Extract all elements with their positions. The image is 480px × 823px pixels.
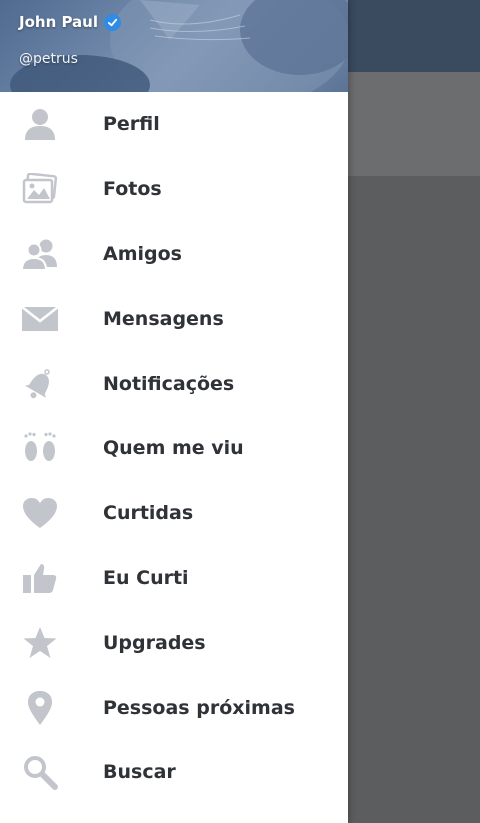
- menu-item-upgrades[interactable]: Upgrades: [0, 610, 348, 675]
- user-name: John Paul: [19, 13, 121, 31]
- menu-item-fotos[interactable]: Fotos: [0, 157, 348, 222]
- bell-icon: [20, 364, 60, 404]
- menu-item-quem-me-viu[interactable]: Quem me viu: [0, 416, 348, 481]
- heart-icon: [20, 493, 60, 533]
- user-name-text: John Paul: [19, 13, 98, 31]
- navigation-drawer: John Paul @petrus Perfil Fotos Amigos Me…: [0, 0, 348, 823]
- menu-label-fotos: Fotos: [103, 178, 162, 201]
- menu-label-pessoas-proximas: Pessoas próximas: [103, 696, 295, 719]
- envelope-icon: [20, 299, 60, 339]
- menu-item-pessoas-proximas[interactable]: Pessoas próximas: [0, 675, 348, 740]
- verified-badge-icon: [104, 13, 121, 31]
- menu-item-eu-curti[interactable]: Eu Curti: [0, 546, 348, 611]
- menu-label-notificacoes: Notificações: [103, 372, 235, 395]
- footprints-icon: [20, 428, 60, 468]
- thumbs-up-icon: [20, 558, 60, 598]
- menu-label-quem-me-viu: Quem me viu: [103, 437, 244, 460]
- menu-item-curtidas[interactable]: Curtidas: [0, 481, 348, 546]
- map-pin-icon: [20, 688, 60, 728]
- photos-icon: [20, 169, 60, 209]
- star-icon: [20, 623, 60, 663]
- menu-item-mensagens[interactable]: Mensagens: [0, 286, 348, 351]
- menu-label-buscar: Buscar: [103, 761, 176, 784]
- menu-item-buscar[interactable]: Buscar: [0, 740, 348, 805]
- user-icon: [20, 104, 60, 144]
- friends-icon: [20, 234, 60, 274]
- user-handle: @petrus: [19, 51, 78, 67]
- menu-item-notificacoes[interactable]: Notificações: [0, 351, 348, 416]
- menu-item-perfil[interactable]: Perfil: [0, 92, 348, 157]
- menu-label-perfil: Perfil: [103, 113, 160, 136]
- menu-label-amigos: Amigos: [103, 242, 182, 265]
- menu-label-upgrades: Upgrades: [103, 631, 206, 654]
- menu-item-amigos[interactable]: Amigos: [0, 222, 348, 287]
- drawer-header[interactable]: John Paul @petrus: [0, 0, 348, 92]
- menu-label-eu-curti: Eu Curti: [103, 566, 189, 589]
- drawer-menu: Perfil Fotos Amigos Mensagens Notificaçõ…: [0, 92, 348, 805]
- menu-label-curtidas: Curtidas: [103, 502, 194, 525]
- search-icon: [20, 752, 60, 792]
- menu-label-mensagens: Mensagens: [103, 307, 224, 330]
